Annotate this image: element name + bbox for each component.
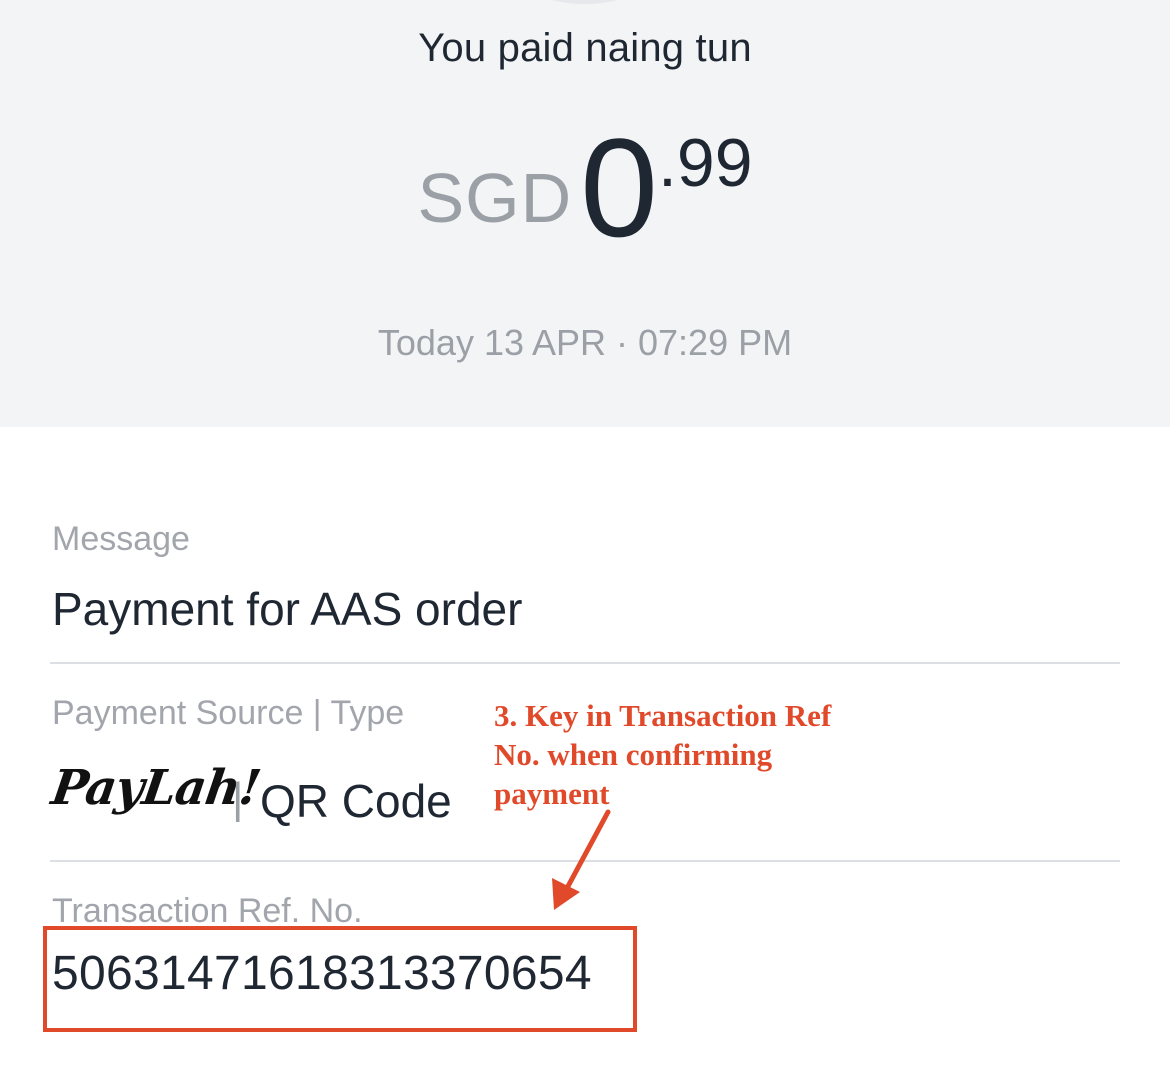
annotation-arrow-icon: [552, 809, 611, 910]
payment-date: Today 13 APR · 07:29 PM: [377, 322, 793, 363]
source-type-separator: |: [232, 774, 244, 823]
transaction-ref-value: 50631471618313370654: [52, 947, 592, 1000]
message-label: Message: [52, 520, 190, 558]
amount-fraction: .99: [658, 125, 753, 201]
message-value: Payment for AAS order: [52, 583, 523, 635]
payment-receipt-screen: You paid naing tun SGD0.99 Today 13 APR …: [0, 0, 1170, 1083]
annotation-line: No. when confirming: [494, 737, 773, 772]
payment-type-value: QR Code: [260, 775, 452, 827]
amount-whole: 0: [580, 109, 659, 266]
divider: [50, 662, 1120, 664]
payment-source-label: Payment Source | Type: [52, 694, 405, 732]
payment-amount: SGD0.99: [0, 118, 1170, 268]
payment-title: You paid naing tun: [418, 26, 752, 70]
annotation-line: 3. Key in Transaction Ref: [494, 698, 832, 733]
annotation-note: 3. Key in Transaction Ref No. when confi…: [494, 696, 894, 813]
amount-currency: SGD: [417, 159, 573, 237]
payment-summary-header: You paid naing tun SGD0.99 Today 13 APR …: [0, 0, 1170, 427]
avatar: [535, 0, 635, 4]
